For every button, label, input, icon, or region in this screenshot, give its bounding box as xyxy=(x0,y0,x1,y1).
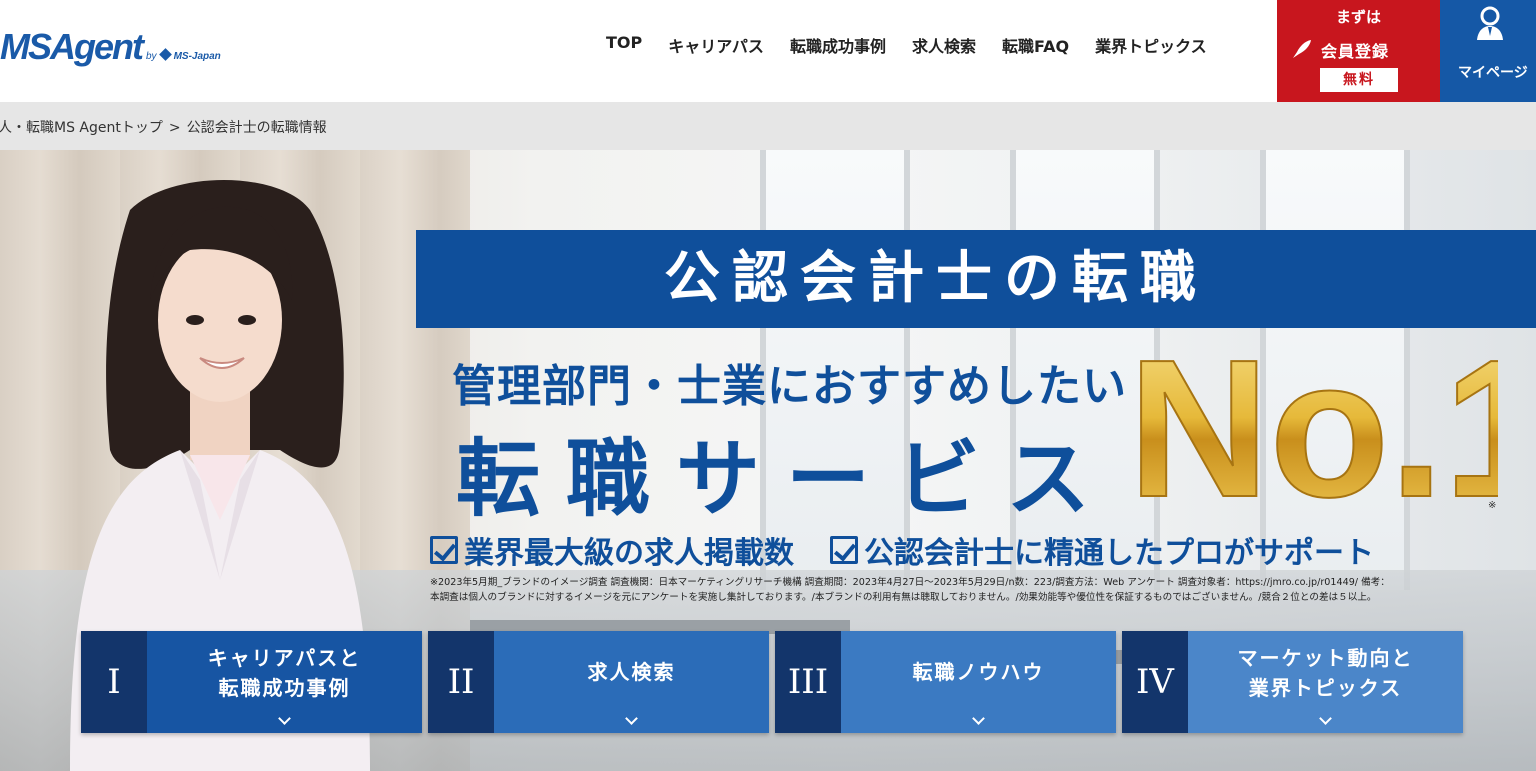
register-lead-text: まずは xyxy=(1335,8,1381,26)
site-header: MSAgent by MS-Japan TOP キャリアパス 転職成功事例 求人… xyxy=(0,0,1536,102)
global-nav: TOP キャリアパス 転職成功事例 求人検索 転職FAQ 業界トピックス xyxy=(606,33,1207,57)
survey-footnote-line-1: ※2023年5月期_ブランドのイメージ調査 調査機関：日本マーケティングリサーチ… xyxy=(430,577,1390,588)
no1-asterisk: ※ xyxy=(1488,500,1497,511)
section-label-line-2: 転職成功事例 xyxy=(218,676,351,700)
section-numeral: I xyxy=(81,631,147,733)
nav-item-faq[interactable]: 転職FAQ xyxy=(1002,33,1069,57)
section-button-career-path[interactable]: I キャリアパスと 転職成功事例 xyxy=(81,631,422,733)
register-label: 会員登録 xyxy=(1321,42,1390,61)
mypage-label: マイページ xyxy=(1458,65,1528,81)
section-numeral: IV xyxy=(1122,631,1188,733)
section-numeral: III xyxy=(775,631,841,733)
nav-item-top[interactable]: TOP xyxy=(606,33,642,57)
chevron-down-icon xyxy=(277,712,291,725)
nav-item-industry-topics[interactable]: 業界トピックス xyxy=(1095,33,1207,57)
survey-footnote: ※2023年5月期_ブランドのイメージ調査 調査機関：日本マーケティングリサーチ… xyxy=(430,575,1530,605)
breadcrumb: 人・転職MS Agentトップ > 公認会計士の転職情報 xyxy=(0,102,1536,150)
user-icon xyxy=(1475,6,1505,42)
nav-item-career-path[interactable]: キャリアパス xyxy=(668,33,764,57)
ms-japan-diamond-icon xyxy=(158,48,172,61)
pen-icon xyxy=(1291,38,1313,65)
section-label-line-1: 求人検索 xyxy=(587,660,676,684)
section-numeral: II xyxy=(428,631,494,733)
section-nav: I キャリアパスと 転職成功事例 II 求人検索 III 転職ノウハウ IV マ… xyxy=(81,631,1463,733)
feature-check-1-label: 業界最大級の求人掲載数 xyxy=(464,536,794,571)
nav-item-job-search[interactable]: 求人検索 xyxy=(912,33,976,57)
breadcrumb-home-link[interactable]: 人・転職MS Agentトップ xyxy=(0,120,163,136)
free-badge: 無料 xyxy=(1320,68,1398,92)
hero-title: 公認会計士の転職 xyxy=(664,246,1208,311)
feature-checks: 業界最大級の求人掲載数 公認会計士に精通したプロがサポート xyxy=(430,528,1374,572)
nav-item-success-stories[interactable]: 転職成功事例 xyxy=(790,33,886,57)
feature-check-2: 公認会計士に精通したプロがサポート xyxy=(830,528,1374,572)
logo-by-text: by xyxy=(146,51,157,62)
hero-subtitle-2: 転職サービス xyxy=(456,430,1117,528)
chevron-down-icon xyxy=(971,712,985,725)
breadcrumb-current: 公認会計士の転職情報 xyxy=(186,120,327,136)
register-button[interactable]: まずは 会員登録 無料 xyxy=(1277,0,1440,102)
hero-subtitle-1: 管理部門・士業におすすめしたい xyxy=(452,361,1127,412)
no1-text: No.1 xyxy=(1128,336,1498,506)
hero-title-band: 公認会計士の転職 xyxy=(416,230,1536,328)
survey-footnote-line-2: 本調査は個人のブランドに対するイメージを元にアンケートを実施し集計しております。… xyxy=(430,592,1377,603)
breadcrumb-separator: > xyxy=(168,120,181,136)
site-logo[interactable]: MSAgent by MS-Japan xyxy=(0,26,221,68)
section-button-know-how[interactable]: III 転職ノウハウ xyxy=(775,631,1116,733)
chevron-down-icon xyxy=(1318,712,1332,725)
logo-main-text: MSAgent xyxy=(0,26,144,67)
chevron-down-icon xyxy=(624,712,638,725)
section-label-line-2: 業界トピックス xyxy=(1248,676,1403,700)
feature-check-1: 業界最大級の求人掲載数 xyxy=(430,528,794,572)
checkbox-icon xyxy=(430,536,458,564)
hero-banner: 公認会計士の転職 管理部門・士業におすすめしたい 転職サービス No.1 ※ 業… xyxy=(0,150,1536,771)
section-label-line-1: マーケット動向と xyxy=(1237,646,1414,670)
checkbox-icon xyxy=(830,536,858,564)
section-button-job-search[interactable]: II 求人検索 xyxy=(428,631,769,733)
no1-badge: No.1 xyxy=(1128,336,1498,506)
section-button-market-trends[interactable]: IV マーケット動向と 業界トピックス xyxy=(1122,631,1463,733)
section-label-line-1: キャリアパスと xyxy=(207,646,362,670)
feature-check-2-label: 公認会計士に精通したプロがサポート xyxy=(864,536,1374,571)
logo-sub-text: MS-Japan xyxy=(173,51,221,62)
section-label-line-1: 転職ノウハウ xyxy=(912,660,1045,684)
mypage-button[interactable]: マイページ xyxy=(1440,0,1536,102)
